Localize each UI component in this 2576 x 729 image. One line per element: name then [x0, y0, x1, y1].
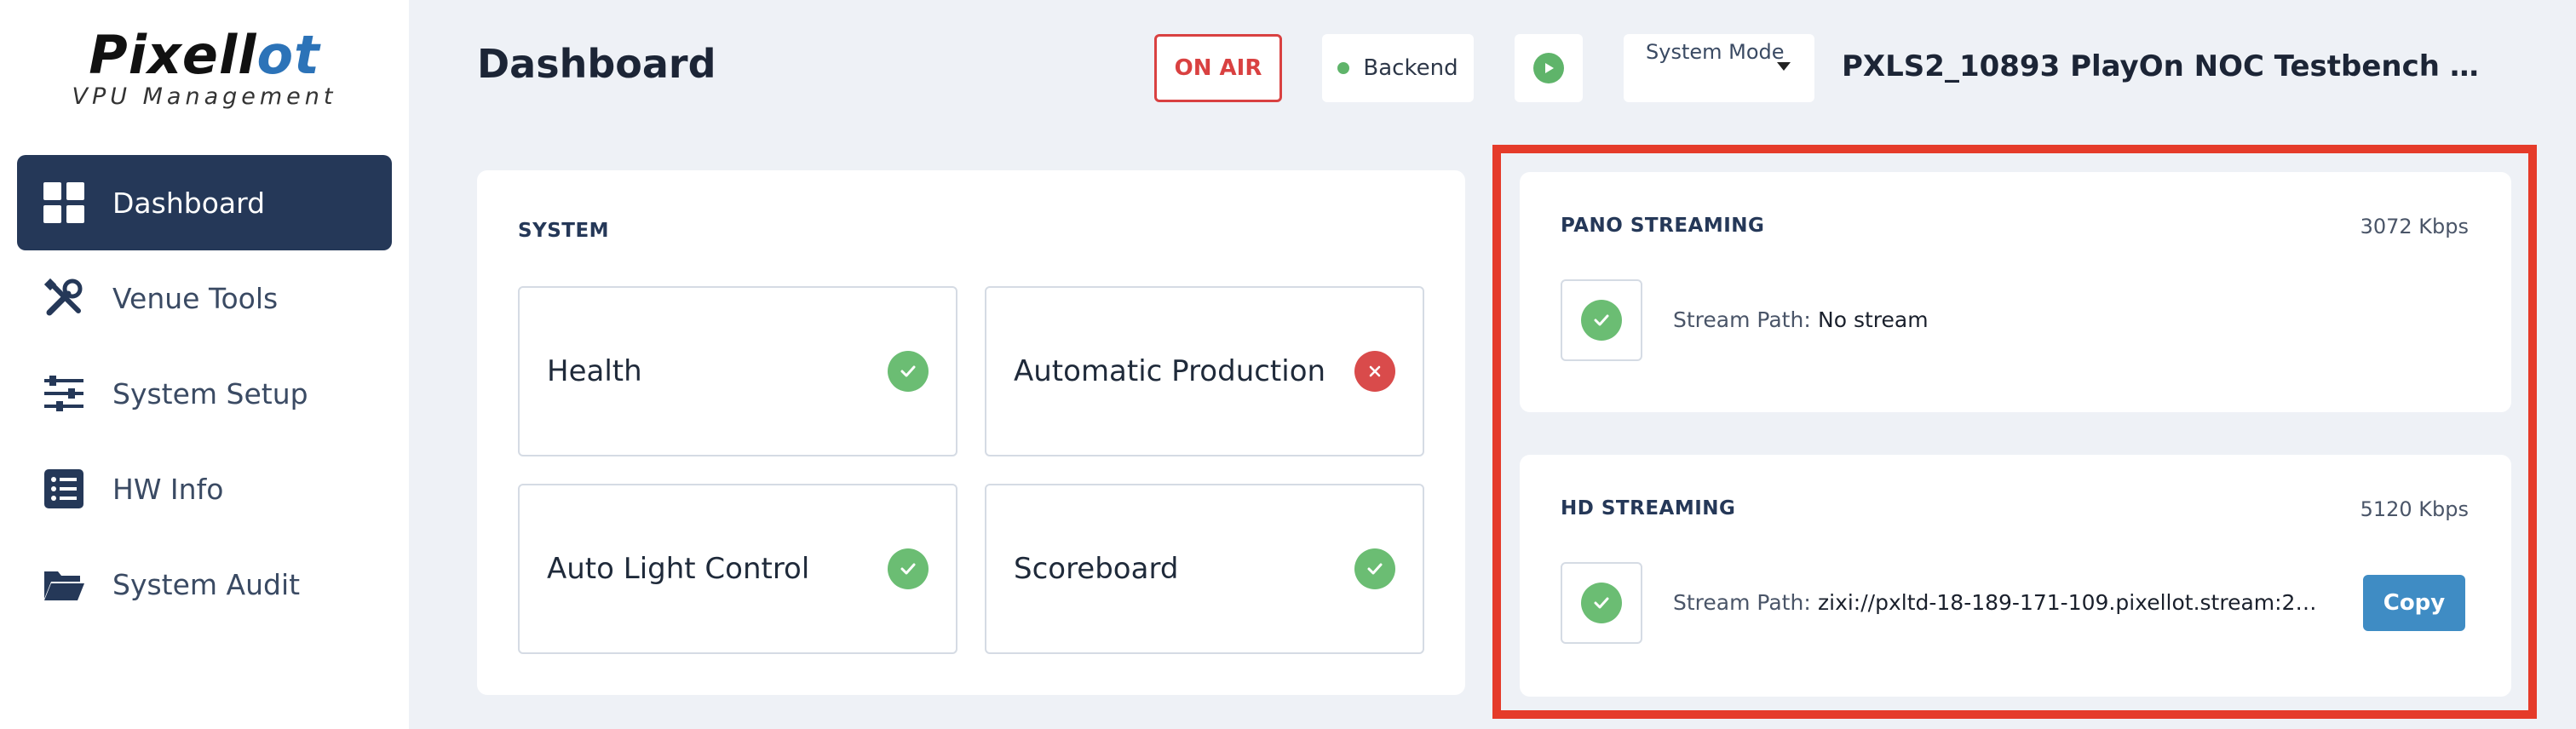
sidebar: Pixellot VPU Management Dashboard Venue …: [0, 0, 409, 729]
backend-status[interactable]: Backend: [1322, 34, 1474, 102]
system-card-title: SYSTEM: [518, 220, 610, 242]
play-button[interactable]: [1515, 34, 1583, 102]
sidebar-item-dashboard[interactable]: Dashboard: [17, 155, 392, 250]
tile-health[interactable]: Health: [518, 286, 957, 456]
system-card: SYSTEM Health Automatic Production Auto …: [477, 170, 1465, 695]
logo-wordmark: Pixellot: [64, 26, 345, 85]
check-icon: [1354, 548, 1395, 589]
tile-scoreboard[interactable]: Scoreboard: [985, 484, 1424, 654]
device-name: PXLS2_10893 PlayOn NOC Testbench Windows…: [1842, 49, 2498, 83]
tile-label: Automatic Production: [1014, 354, 1326, 388]
list-icon: [43, 468, 85, 510]
sidebar-item-venue-tools[interactable]: Venue Tools: [17, 250, 392, 346]
sidebar-item-system-audit[interactable]: System Audit: [17, 537, 392, 632]
tile-label: Health: [547, 354, 642, 388]
tools-icon: [43, 277, 85, 319]
chevron-down-icon: [1777, 62, 1791, 71]
sidebar-item-label: System Setup: [112, 376, 308, 410]
on-air-button[interactable]: ON AIR: [1154, 34, 1282, 102]
tile-label: Scoreboard: [1014, 552, 1179, 586]
check-icon: [888, 548, 929, 589]
logo-subtitle: VPU Management: [72, 83, 337, 110]
sidebar-item-label: System Audit: [112, 567, 301, 601]
pixellot-logo: Pixellot VPU Management: [64, 26, 345, 111]
tile-label: Auto Light Control: [547, 552, 810, 586]
sidebar-item-system-setup[interactable]: System Setup: [17, 346, 392, 441]
error-x-icon: [1354, 351, 1395, 392]
play-icon: [1533, 53, 1564, 83]
sidebar-item-label: HW Info: [112, 472, 224, 506]
highlight-frame: [1492, 145, 2537, 719]
sidebar-item-hw-info[interactable]: HW Info: [17, 441, 392, 537]
tile-auto-light-control[interactable]: Auto Light Control: [518, 484, 957, 654]
folder-icon: [43, 563, 85, 606]
system-mode-select[interactable]: System Mode: [1624, 34, 1814, 102]
logo-wordmark-accent: ot: [256, 24, 320, 86]
sidebar-item-label: Dashboard: [112, 186, 266, 220]
sidebar-nav: Dashboard Venue Tools System Setup HW In…: [17, 155, 392, 632]
sliders-icon: [43, 372, 85, 415]
tile-automatic-production[interactable]: Automatic Production: [985, 286, 1424, 456]
backend-label: Backend: [1363, 55, 1458, 81]
system-mode-value: System Mode: [1646, 40, 1785, 64]
status-dot-icon: [1337, 62, 1350, 74]
logo-wordmark-main: Pixell: [89, 24, 257, 86]
page-title: Dashboard: [477, 41, 716, 87]
check-icon: [888, 351, 929, 392]
grid-icon: [43, 181, 85, 224]
sidebar-item-label: Venue Tools: [112, 281, 279, 315]
